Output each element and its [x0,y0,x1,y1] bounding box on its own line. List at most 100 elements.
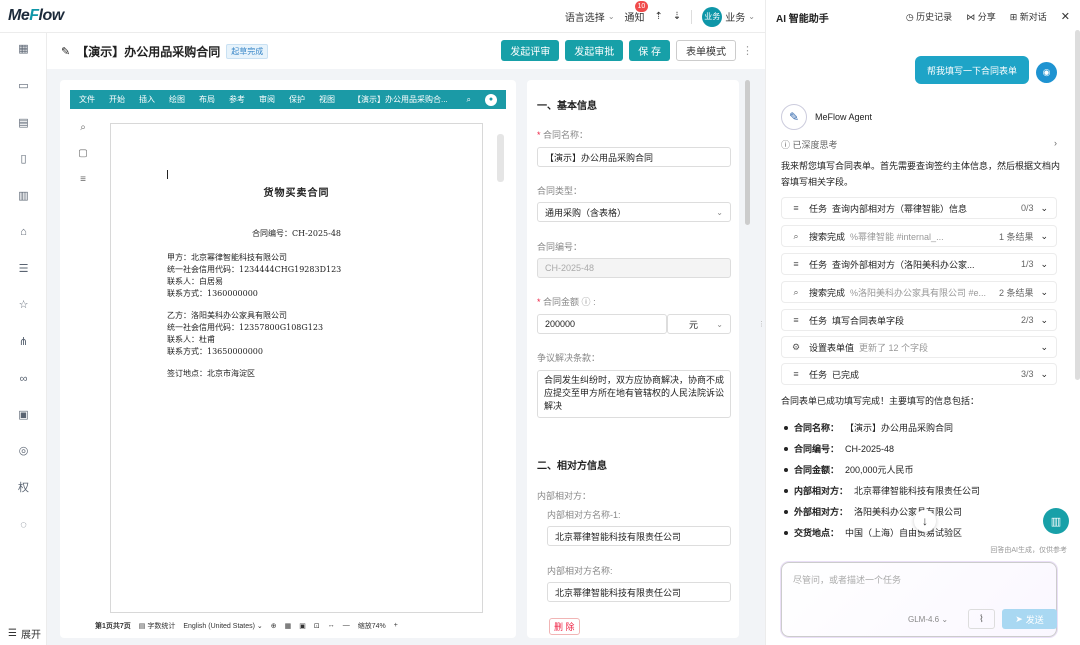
contract-name-input[interactable]: 【演示】办公用品采购合同 [537,147,731,167]
panel-resize-handle[interactable]: ⋮ [758,320,765,328]
history-button[interactable]: ◷ 历史记录 [906,10,952,23]
attach-button[interactable]: ⌇ [968,609,995,629]
contract-type-select[interactable]: 通用采购（含表格） ⌄ [537,202,731,222]
share-button[interactable]: ⋈ 分享 [966,10,996,23]
download-icon[interactable]: ⇣ [673,11,681,22]
dashboard-icon[interactable]: ▦ [17,43,30,56]
agent-name: MeFlow Agent [815,112,873,122]
form-scrollbar[interactable] [745,80,750,225]
task-item[interactable]: ≡ 任务 填写合同表单字段 2/3 ⌄ [781,309,1057,331]
internal-party-1-input[interactable]: 北京幂律智能科技有限责任公司 [547,526,731,546]
contract-amount-input[interactable]: 200000 [537,314,667,334]
party-a-line: 联系人：白居易 [167,277,223,286]
ribbon-tab-review[interactable]: 审阅 [259,94,275,105]
spellcheck-icon[interactable]: ▦ [285,622,292,630]
task-item[interactable]: ⌕ 搜索完成 %幂律智能 #internal_... 1 条结果 ⌄ [781,225,1057,247]
internal-party-2-input[interactable]: 北京幂律智能科技有限责任公司 [547,582,731,602]
card-icon[interactable]: ▤ [17,117,30,130]
word-count[interactable]: ▤ 字数统计 [139,621,176,631]
zoom-in-icon[interactable]: + [394,622,398,629]
task-item[interactable]: ≡ 任务 查询外部相对方（洛阳美科办公家... 1/3 ⌄ [781,253,1057,275]
globe-icon[interactable]: ⊕ [271,622,277,630]
user-icon[interactable]: ● [485,93,497,106]
task-item[interactable]: ≡ 任务 已完成 3/3 ⌄ [781,363,1057,385]
chat-input[interactable]: 尽管问，或者描述一个任务 [793,573,901,586]
currency-select[interactable]: 元 ⌄ [667,314,731,334]
close-icon[interactable]: ✕ [1061,10,1070,23]
user-menu[interactable]: 业务 业务 ⌄ [702,6,755,27]
zoom-level: 缩放74% [357,622,386,630]
scroll-down-button[interactable]: ↓ [914,510,936,532]
org-icon[interactable]: ⌂ [17,226,30,239]
start-approval-button[interactable]: 发起审批 [565,40,624,61]
chat-input-box[interactable]: 尽管问，或者描述一个任务 GLM-4.6 ⌄ ⌇ ➤ 发送 [781,562,1057,637]
fit-width-icon[interactable]: ↔ [328,622,335,629]
location-icon[interactable]: ◎ [17,445,30,458]
edit-icon[interactable]: ✎ [61,45,70,58]
dispute-textarea[interactable]: 合同发生纠纷时，双方应协商解决，协商不成应提交至甲方所在地有管辖权的人民法院诉讼… [537,370,731,418]
ribbon-tab-view[interactable]: 视图 [319,94,335,105]
task-item[interactable]: ⚙ 设置表单值 更新了 12 个字段 ⌄ [781,336,1057,358]
search-icon[interactable]: ⌕ [74,122,92,134]
task-icon: ≡ [793,315,799,325]
document-scrollbar[interactable] [497,134,504,182]
save-button[interactable]: 保 存 [629,40,670,61]
new-chat-button[interactable]: ⊞ 新对话 [1010,10,1047,23]
ribbon-tab-start[interactable]: 开始 [109,94,125,105]
task-type: 任务 [809,369,828,380]
more-icon[interactable]: ⋮ [742,44,753,57]
ribbon-tab-reference[interactable]: 参考 [229,94,245,105]
list-icon[interactable]: ☰ [17,263,30,276]
ribbon-tab-file[interactable]: 文件 [79,94,95,105]
send-button[interactable]: ➤ 发送 [1002,609,1057,629]
ribbon-tab-draw[interactable]: 绘图 [169,94,185,105]
form-mode-button[interactable]: 表单模式 [676,40,736,61]
fit-page-icon[interactable]: ⊡ [314,622,320,630]
zoom-out-icon[interactable]: — [343,622,350,629]
outline-icon[interactable]: ≡ [74,174,92,186]
dispute-label: 争议解决条款： [537,353,601,363]
report-fab-icon[interactable]: ▥ [1043,508,1069,534]
flow-icon[interactable]: ⋔ [17,336,30,349]
document-page[interactable]: 货物买卖合同 合同编号：CH-2025-48 甲方：北京幂律智能科技有限公司 统… [110,123,483,613]
list-item: 交货地点： 中国（上海）自由贸易试验区 [784,522,980,543]
star-icon[interactable]: ☆ [17,299,30,312]
start-review-button[interactable]: 发起评审 [501,40,560,61]
model-select[interactable]: GLM-4.6 ⌄ [908,615,948,624]
document-editor: 文件 开始 插入 绘图 布局 参考 审阅 保护 视图 【演示】办公用品采购合..… [60,80,516,638]
document-icon[interactable]: ▯ [17,153,30,166]
chat-scrollbar[interactable] [1075,30,1080,380]
ribbon-tab-insert[interactable]: 插入 [139,94,155,105]
expand-button[interactable]: ☰ 展开 [8,626,41,641]
language-select[interactable]: English (United States) ⌄ [183,622,262,630]
task-item[interactable]: ≡ 任务 查询内部相对方（幂律智能）信息 0/3 ⌄ [781,197,1057,219]
contract-number-value: CH-2025-48 [545,263,595,273]
task-type: 搜索完成 [809,287,846,298]
upload-icon[interactable]: ⇡ [655,11,663,22]
report-icon[interactable]: ▥ [17,190,30,203]
delete-button[interactable]: 删 除 [549,618,580,635]
model-label: GLM-4.6 [908,615,940,624]
layout-icon[interactable]: ▣ [299,622,306,630]
sidebar-item-auth[interactable]: 权 [17,482,30,495]
ribbon-tab-protect[interactable]: 保护 [289,94,305,105]
thinking-toggle[interactable]: ⓘ 已深度思考 › [781,138,1057,151]
link-icon[interactable]: ∞ [17,373,30,386]
ribbon-tab-layout[interactable]: 布局 [199,94,215,105]
calendar-icon[interactable]: ▣ [17,409,30,422]
comment-icon[interactable]: ▢ [74,148,92,160]
internal-party-2-value: 北京幂律智能科技有限责任公司 [555,587,682,598]
list-item: 外部相对方： 洛阳美科办公家具有限公司 [784,501,980,522]
chat-icon[interactable]: ◌ [17,519,30,532]
task-type: 任务 [809,315,828,326]
divider [691,9,693,24]
task-item[interactable]: ⌕ 搜索完成 %洛阳美科办公家具有限公司 #e... 2 条结果 ⌄ [781,281,1057,303]
language-select[interactable]: 语言选择 ⌄ [565,9,615,24]
internal-party-1-label: 内部相对方名称-1: [547,510,621,520]
meflow-logo[interactable]: MeFlow [8,7,64,25]
folder-icon[interactable]: ▭ [17,80,30,93]
notification-button[interactable]: 通知 10 [625,1,649,24]
help-icon[interactable]: ⓘ [582,297,591,307]
editor-ribbon: 文件 开始 插入 绘图 布局 参考 审阅 保护 视图 【演示】办公用品采购合..… [70,90,506,109]
search-icon[interactable]: ⌕ [467,95,471,105]
